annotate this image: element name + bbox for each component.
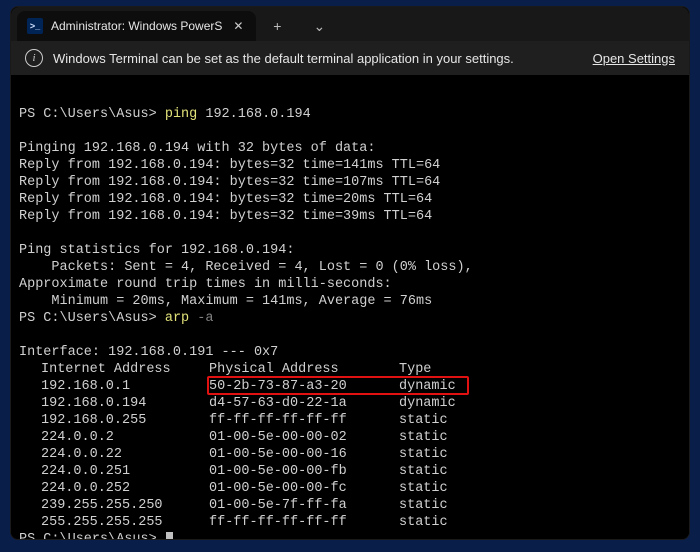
arp-cell-phys: ff-ff-ff-ff-ff-ff	[209, 514, 399, 531]
arp-row: 192.168.0.255ff-ff-ff-ff-ff-ffstatic	[19, 412, 681, 429]
info-bar: i Windows Terminal can be set as the def…	[11, 41, 689, 75]
cursor	[166, 532, 173, 539]
arp-cell-ip: 192.168.0.255	[19, 412, 209, 429]
powershell-icon: >_	[27, 18, 43, 34]
arp-row: 239.255.255.25001-00-5e-7f-ff-fastatic	[19, 497, 681, 514]
arp-row: 224.0.0.25201-00-5e-00-00-fcstatic	[19, 480, 681, 497]
ping-output: Pinging 192.168.0.194 with 32 bytes of d…	[19, 141, 440, 224]
arp-row: 192.168.0.194d4-57-63-d0-22-1adynamic	[19, 395, 681, 412]
cmd-ping: ping	[165, 107, 197, 122]
arp-cell-phys: d4-57-63-d0-22-1a	[209, 395, 399, 412]
tab-title: Administrator: Windows PowerS	[51, 19, 222, 33]
info-icon: i	[25, 49, 43, 67]
arp-cell-type: static	[399, 514, 448, 531]
close-icon[interactable]: ✕	[230, 19, 246, 33]
interface-line: Interface: 192.168.0.191 --- 0x7	[19, 345, 278, 360]
terminal-window: >_ Administrator: Windows PowerS ✕ + ⌄ i…	[10, 6, 690, 540]
arp-header-phys: Physical Address	[209, 361, 399, 378]
prompt: PS C:\Users\Asus>	[19, 532, 157, 539]
arp-body: 192.168.0.150-2b-73-87-a3-20dynamic192.1…	[19, 378, 681, 531]
arp-cell-ip: 192.168.0.1	[19, 378, 209, 395]
arp-row: 224.0.0.2201-00-5e-00-00-16static	[19, 446, 681, 463]
arp-cell-ip: 255.255.255.255	[19, 514, 209, 531]
open-settings-link[interactable]: Open Settings	[593, 51, 675, 66]
arp-cell-type: dynamic	[399, 395, 456, 412]
tab-dropdown-button[interactable]: ⌄	[298, 11, 340, 41]
ping-stats: Ping statistics for 192.168.0.194: Packe…	[19, 243, 473, 309]
arp-cell-type: static	[399, 480, 448, 497]
tab-bar: >_ Administrator: Windows PowerS ✕ + ⌄	[11, 7, 689, 41]
terminal-body[interactable]: PS C:\Users\Asus> ping 192.168.0.194 Pin…	[11, 75, 689, 539]
arp-cell-phys: ff-ff-ff-ff-ff-ff	[209, 412, 399, 429]
arp-cell-ip: 224.0.0.252	[19, 480, 209, 497]
prompt: PS C:\Users\Asus>	[19, 311, 157, 326]
arp-cell-phys: 50-2b-73-87-a3-20	[209, 378, 399, 395]
arp-cell-phys: 01-00-5e-00-00-fb	[209, 463, 399, 480]
arp-cell-ip: 192.168.0.194	[19, 395, 209, 412]
arp-row: 224.0.0.25101-00-5e-00-00-fbstatic	[19, 463, 681, 480]
arp-cell-phys: 01-00-5e-7f-ff-fa	[209, 497, 399, 514]
new-tab-button[interactable]: +	[256, 11, 298, 41]
arp-cell-type: static	[399, 446, 448, 463]
arp-header-type: Type	[399, 361, 431, 378]
arp-cell-ip: 224.0.0.22	[19, 446, 209, 463]
info-message: Windows Terminal can be set as the defau…	[53, 51, 583, 66]
arp-cell-type: dynamic	[399, 378, 456, 395]
arp-cell-phys: 01-00-5e-00-00-16	[209, 446, 399, 463]
cmd-arp-arg: -a	[197, 311, 213, 326]
arp-header-row: Internet AddressPhysical AddressType	[19, 361, 681, 378]
arp-row: 255.255.255.255ff-ff-ff-ff-ff-ffstatic	[19, 514, 681, 531]
arp-header-ip: Internet Address	[19, 361, 209, 378]
arp-cell-phys: 01-00-5e-00-00-fc	[209, 480, 399, 497]
arp-cell-ip: 224.0.0.251	[19, 463, 209, 480]
arp-row: 224.0.0.201-00-5e-00-00-02static	[19, 429, 681, 446]
cmd-arp: arp	[165, 311, 189, 326]
arp-cell-ip: 239.255.255.250	[19, 497, 209, 514]
arp-row: 192.168.0.150-2b-73-87-a3-20dynamic	[19, 378, 681, 395]
arp-cell-type: static	[399, 429, 448, 446]
cmd-ping-arg: 192.168.0.194	[205, 107, 310, 122]
arp-cell-type: static	[399, 497, 448, 514]
tab-powershell[interactable]: >_ Administrator: Windows PowerS ✕	[17, 11, 256, 41]
arp-cell-type: static	[399, 412, 448, 429]
arp-cell-type: static	[399, 463, 448, 480]
arp-cell-phys: 01-00-5e-00-00-02	[209, 429, 399, 446]
arp-cell-ip: 224.0.0.2	[19, 429, 209, 446]
prompt: PS C:\Users\Asus>	[19, 107, 157, 122]
